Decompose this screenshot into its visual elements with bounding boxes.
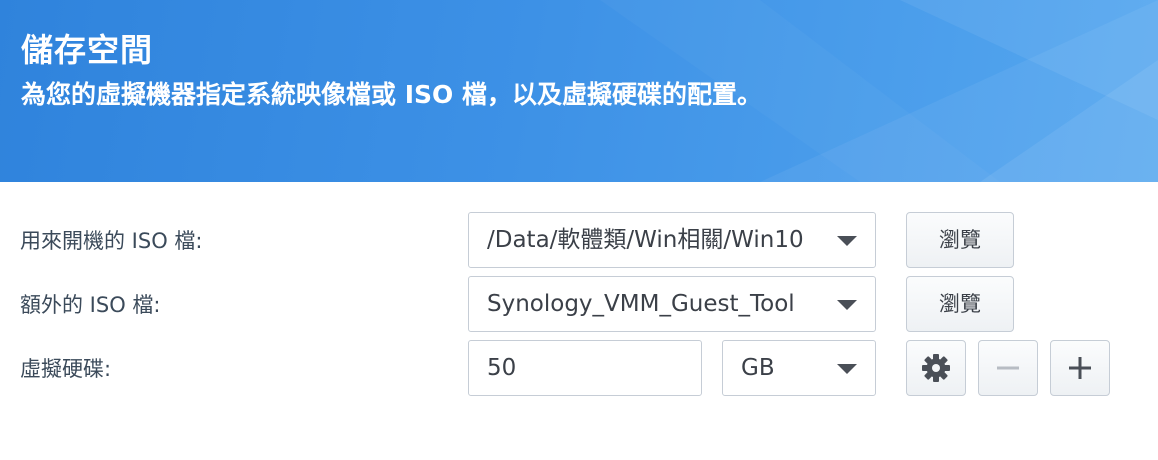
remove-disk-button[interactable] bbox=[978, 340, 1038, 396]
extra-iso-label: 額外的 ISO 檔: bbox=[20, 293, 161, 317]
boot-iso-value: /Data/軟體類/Win相關/Win10 bbox=[487, 227, 804, 253]
chevron-down-icon bbox=[837, 364, 857, 374]
extra-iso-select[interactable]: Synology_VMM_Guest_Tool bbox=[468, 276, 876, 332]
page-title: 儲存空間 bbox=[21, 31, 154, 69]
gear-icon bbox=[922, 354, 950, 382]
disk-unit-value: GB bbox=[741, 355, 775, 381]
boot-iso-select[interactable]: /Data/軟體類/Win相關/Win10 bbox=[468, 212, 876, 268]
disk-unit-select[interactable]: GB bbox=[722, 340, 876, 396]
disk-size-value: 50 bbox=[487, 355, 517, 381]
boot-iso-label: 用來開機的 ISO 檔: bbox=[20, 229, 203, 253]
virtual-disk-label: 虛擬硬碟: bbox=[20, 357, 112, 381]
disk-settings-button[interactable] bbox=[906, 340, 966, 396]
chevron-down-icon bbox=[837, 236, 857, 246]
extra-iso-browse-button[interactable]: 瀏覽 bbox=[906, 276, 1014, 332]
extra-iso-value: Synology_VMM_Guest_Tool bbox=[487, 291, 795, 317]
plus-icon bbox=[1069, 357, 1091, 379]
chevron-down-icon bbox=[837, 300, 857, 310]
page-subtitle: 為您的虛擬機器指定系統映像檔或 ISO 檔，以及虛擬硬碟的配置。 bbox=[21, 80, 762, 109]
minus-icon bbox=[997, 366, 1019, 370]
disk-size-input[interactable]: 50 bbox=[468, 340, 702, 396]
add-disk-button[interactable] bbox=[1050, 340, 1110, 396]
header-banner: 儲存空間 為您的虛擬機器指定系統映像檔或 ISO 檔，以及虛擬硬碟的配置。 bbox=[0, 0, 1158, 182]
storage-wizard-page: 儲存空間 為您的虛擬機器指定系統映像檔或 ISO 檔，以及虛擬硬碟的配置。 用來… bbox=[0, 0, 1158, 460]
boot-iso-browse-button[interactable]: 瀏覽 bbox=[906, 212, 1014, 268]
